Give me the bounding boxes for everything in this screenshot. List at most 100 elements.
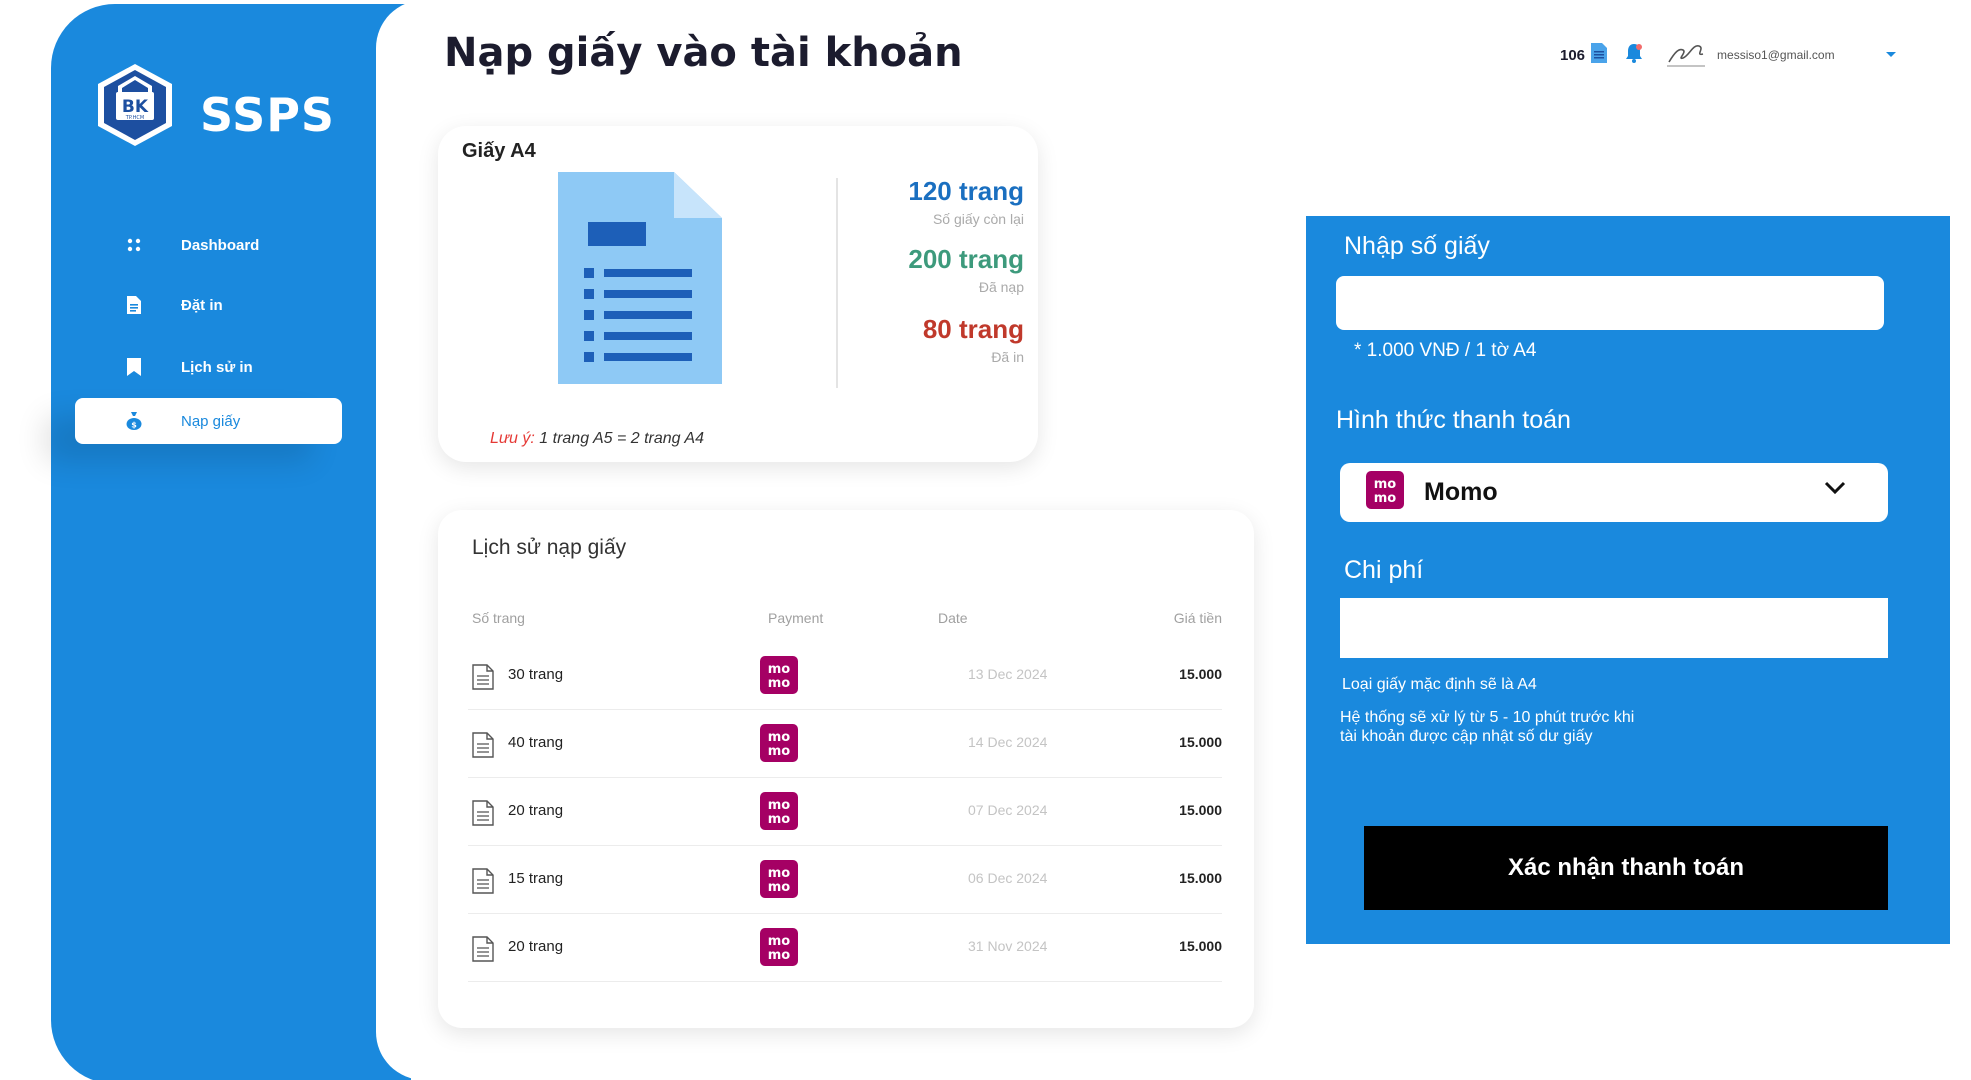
row-price: 15.000 [1179,870,1222,886]
payment-method-select[interactable]: mo mo Momo [1340,463,1888,522]
stat-caption: Đã nạp [978,279,1024,295]
history-title: Lịch sử nạp giấy [472,536,627,559]
confirm-payment-button[interactable]: Xác nhận thanh toán [1364,826,1888,910]
row-pages: 40 trang [508,734,564,751]
row-date: 14 Dec 2024 [968,734,1048,750]
sidebar-item-label: Lịch sử in [181,358,253,376]
row-pages: 30 trang [508,666,564,683]
momo-logo-icon: mo mo [760,928,798,971]
svg-text:mo: mo [768,934,791,949]
momo-logo-icon: mo mo [760,792,798,835]
paper-document-icon [558,172,722,384]
sidebar-item-dat-in[interactable]: Đặt in [75,282,342,328]
column-header-date: Date [938,610,968,626]
column-header-price: Giá tiền [1173,610,1222,626]
notification-bell-icon[interactable] [1623,42,1645,69]
payment-panel: Nhập số giấy * 1.000 VNĐ / 1 tờ A4 Hình … [1306,216,1950,944]
page-balance-icon [1591,42,1608,68]
page-document-icon [472,936,494,967]
header-user-area: 106 messiso1@gmail.com [1560,40,1897,70]
price-rate: * 1.000 VNĐ / 1 tờ A4 [1354,340,1537,361]
svg-text:TP.HCM: TP.HCM [125,115,144,121]
stat-value: 120 trang [908,176,1024,206]
svg-text:mo: mo [768,866,791,881]
user-email: messiso1@gmail.com [1717,48,1835,62]
page-document-icon [472,868,494,899]
paper-note: Lưu ý: 1 trang A5 = 2 trang A4 [490,430,704,448]
note-label: Lưu ý: [490,430,535,447]
momo-logo-icon: mo mo [760,724,798,767]
paper-balance-card: Giấy A4 120 trang Số giấy còn lại 200 tr… [438,126,1038,462]
bk-logo: BK TP.HCM [98,64,172,146]
column-header-payment: Payment [768,610,824,626]
card-divider [836,178,838,388]
svg-text:mo: mo [1374,491,1397,506]
svg-text:BK: BK [122,97,149,117]
sidebar-item-label: Dashboard [181,236,260,254]
quantity-input[interactable] [1336,276,1884,330]
stat-caption: Số giấy còn lại [932,211,1024,227]
row-price: 15.000 [1179,666,1222,682]
svg-text:mo: mo [768,676,791,691]
stat-remaining: 120 trang Số giấy còn lại [908,176,1024,227]
chevron-down-icon [1824,481,1846,500]
cost-field[interactable] [1340,598,1888,658]
sidebar-edge [376,0,436,1080]
momo-logo-icon: mo mo [760,656,798,699]
page-document-icon [472,800,494,831]
stat-topped-up: 200 trang Đã nạp [908,244,1024,295]
page-balance-count: 106 [1560,46,1586,64]
svg-text:mo: mo [768,798,791,813]
row-date: 13 Dec 2024 [968,666,1048,682]
stat-printed: 80 trang Đã in [923,314,1024,365]
table-row: 20 trang mo mo 07 Dec 2024 15.000 [468,778,1222,846]
svg-text:$: $ [131,421,137,430]
quantity-label: Nhập số giấy [1344,232,1490,260]
stat-caption: Đã in [991,349,1024,365]
sidebar-item-lich-su-in[interactable]: Lịch sử in [75,344,342,390]
table-row: 20 trang mo mo 31 Nov 2024 15.000 [468,914,1222,982]
default-paper-info: Loại giấy mặc định sẽ là A4 [1342,676,1537,693]
cost-label: Chi phí [1344,556,1424,584]
page-document-icon [472,732,494,763]
paper-card-title: Giấy A4 [462,140,536,162]
svg-text:mo: mo [768,812,791,827]
svg-text:mo: mo [768,730,791,745]
svg-text:mo: mo [1374,477,1397,492]
row-pages: 20 trang [508,802,564,819]
table-row: 15 trang mo mo 06 Dec 2024 15.000 [468,846,1222,914]
app-root: BK TP.HCM SSPS Dashboard Đặt in Lịch sử … [0,0,1971,1080]
momo-logo-icon: mo mo [760,860,798,903]
row-date: 06 Dec 2024 [968,870,1048,886]
svg-text:mo: mo [768,880,791,895]
grid-icon [111,237,157,253]
row-date: 31 Nov 2024 [968,938,1048,954]
page-title: Nạp giấy vào tài khoản [444,30,963,76]
svg-text:mo: mo [768,662,791,677]
table-row: 30 trang mo mo 13 Dec 2024 15.000 [468,642,1222,710]
payment-method-label: Hình thức thanh toán [1336,406,1571,434]
sidebar [51,4,411,1080]
note-text: 1 trang A5 = 2 trang A4 [534,430,704,447]
row-price: 15.000 [1179,734,1222,750]
avatar[interactable] [1665,40,1709,70]
processing-info: Hệ thống sẽ xử lý từ 5 - 10 phút trước k… [1340,709,1635,745]
column-header-pages: Số trang [472,610,525,626]
page-document-icon [472,664,494,695]
row-price: 15.000 [1179,938,1222,954]
sidebar-item-nap-giay[interactable]: $ Nạp giấy [75,398,342,444]
stat-value: 200 trang [908,244,1024,274]
row-date: 07 Dec 2024 [968,802,1048,818]
bookmark-icon [111,358,157,376]
brand-name: SSPS [200,88,336,142]
stat-value: 80 trang [922,314,1024,344]
row-price: 15.000 [1179,802,1222,818]
document-icon [111,296,157,314]
topup-history-card: Lịch sử nạp giấy Số trang Payment Date G… [438,510,1254,1028]
sidebar-item-dashboard[interactable]: Dashboard [75,222,342,268]
svg-text:mo: mo [768,744,791,759]
sidebar-item-label: Nạp giấy [181,412,241,430]
chevron-down-icon[interactable] [1885,46,1897,64]
svg-text:mo: mo [768,948,791,963]
row-pages: 15 trang [508,870,564,887]
